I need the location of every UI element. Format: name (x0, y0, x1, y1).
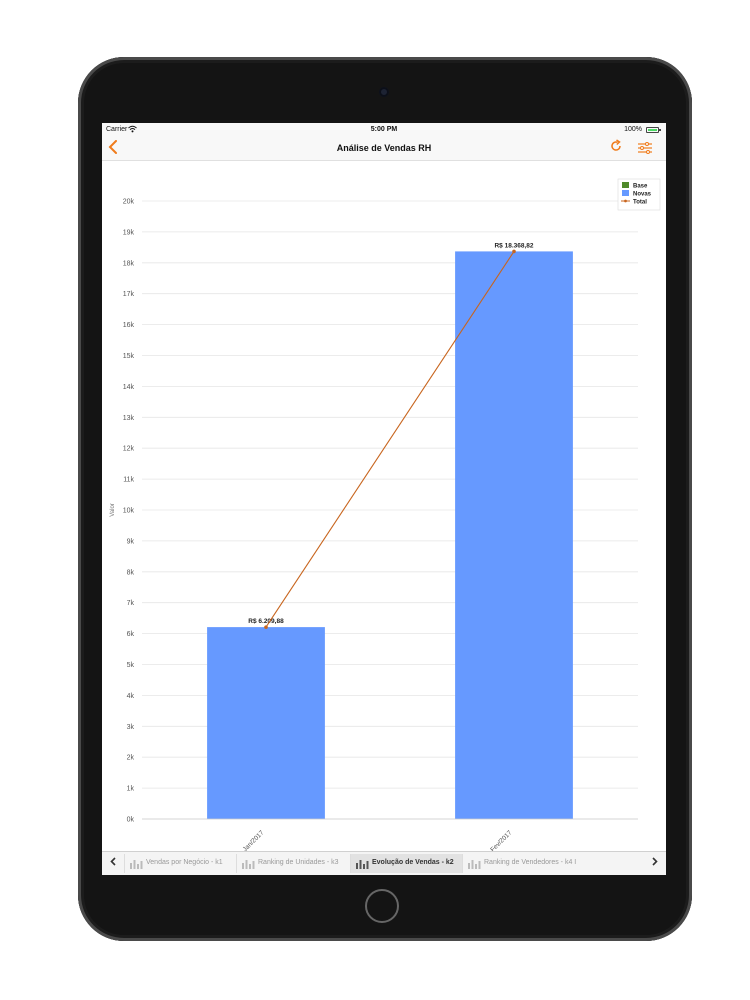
filters-icon (638, 142, 652, 154)
filters-button[interactable] (638, 141, 652, 154)
tab-label: Ranking de Vendedores - k4 I (484, 859, 577, 866)
legend-marker (624, 199, 627, 203)
bar-novas (455, 251, 573, 820)
y-tick-label: 18k (123, 260, 135, 267)
data-label: R$ 18.368,82 (494, 242, 533, 249)
bar-chart-icon (468, 860, 481, 869)
y-axis-title: Valor (110, 503, 116, 517)
page-title: Análise de Vendas RH (336, 143, 432, 153)
y-tick-label: 4k (127, 693, 135, 700)
legend-label: Novas (633, 191, 652, 197)
legend-swatch (622, 182, 629, 188)
tab-ranking-de-vendedores[interactable]: Ranking de Vendedores - k4 I (462, 854, 588, 873)
y-tick-label: 8k (127, 569, 135, 576)
tab-label: Vendas por Negócio - k1 (146, 859, 223, 866)
bar-chart-icon (356, 860, 369, 869)
tab-vendas-por-negocio[interactable]: Vendas por Negócio - k1 (124, 854, 236, 873)
y-tick-label: 16k (123, 322, 135, 329)
y-tick-label: 5k (127, 662, 135, 669)
chevron-left-icon (110, 857, 116, 866)
refresh-icon (611, 139, 621, 151)
bar-novas (207, 627, 325, 819)
legend-label: Base (633, 183, 648, 189)
tab-next-button[interactable] (644, 855, 666, 873)
bar-chart-icon (130, 860, 143, 869)
navigation-bar: Análise de Vendas RH (102, 137, 666, 161)
tab-evolucao-de-vendas[interactable]: Evolução de Vendas - k2 (350, 854, 462, 873)
legend-label: Total (633, 199, 647, 205)
y-tick-label: 11k (123, 477, 134, 484)
y-tick-label: 3k (127, 724, 135, 731)
tab-label: Evolução de Vendas - k2 (372, 859, 454, 866)
home-button[interactable] (365, 889, 399, 923)
bar-chart-icon (242, 860, 255, 869)
y-tick-label: 17k (123, 291, 135, 298)
chevron-right-icon (652, 857, 658, 866)
y-tick-label: 9k (127, 538, 135, 545)
ipad-device-frame: Carrier 5:00 PM 100% Análise de Vendas R… (78, 57, 692, 941)
y-tick-label: 7k (127, 600, 135, 607)
refresh-button[interactable] (609, 139, 623, 157)
camera-icon (379, 87, 389, 97)
status-time: 5:00 PM (370, 126, 398, 133)
y-tick-label: 13k (123, 415, 135, 422)
status-bar: Carrier 5:00 PM 100% (102, 123, 666, 137)
tab-prev-button[interactable] (102, 855, 124, 873)
tab-ranking-de-unidades[interactable]: Ranking de Unidades - k3 (236, 854, 350, 873)
y-tick-label: 1k (127, 786, 135, 793)
y-tick-label: 2k (127, 755, 135, 762)
y-tick-label: 6k (127, 631, 135, 638)
total-point (512, 249, 516, 254)
y-tick-label: 0k (127, 817, 135, 824)
tab-label: Ranking de Unidades - k3 (258, 859, 339, 866)
battery-percentage: 100% (624, 126, 642, 133)
x-tick-label: Fev/2017 (489, 829, 513, 851)
bar-chart: 0k 1k 2k 3k 4k 5k 6k 7k 8k 9k 10k 11k 12k 13k 14k 15k 16… (110, 178, 661, 854)
y-tick-label: 15k (123, 353, 135, 360)
chart-area: 0k 1k 2k 3k 4k 5k 6k 7k 8k 9k 10k 11k 12k 13k 14k 15k 16… (102, 161, 666, 854)
y-tick-label: 19k (123, 229, 135, 236)
total-point (264, 625, 268, 629)
battery-icon (646, 127, 661, 133)
y-tick-label: 14k (123, 384, 135, 391)
data-label: R$ 6.209,88 (248, 618, 284, 625)
screen: Carrier 5:00 PM 100% Análise de Vendas R… (102, 123, 666, 875)
tab-bar: Vendas por Negócio - k1 Ranking de Unida… (102, 851, 666, 875)
y-tick-label: 12k (123, 446, 135, 453)
y-tick-label: 20k (123, 199, 135, 206)
x-tick-label: Jan/2017 (242, 829, 266, 851)
legend-swatch (622, 190, 629, 196)
y-tick-label: 10k (123, 508, 135, 515)
